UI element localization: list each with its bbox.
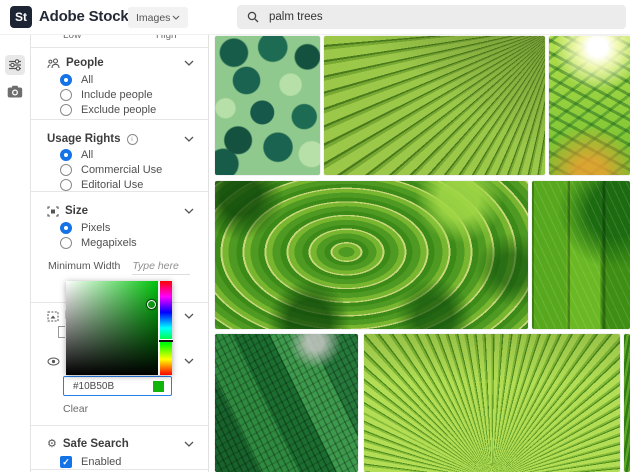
section-size-title: Size [65, 205, 89, 217]
chevron-down-icon[interactable] [184, 441, 194, 447]
search-input[interactable] [267, 10, 604, 24]
chevron-down-icon[interactable] [184, 313, 194, 319]
size-icon [47, 205, 59, 217]
radio-editorial-use[interactable]: Editorial Use [60, 178, 143, 191]
radio-people-all[interactable]: All [60, 73, 93, 86]
color-picker-popover [66, 281, 173, 375]
radio-icon[interactable] [60, 88, 72, 101]
hue-slider-handle[interactable] [159, 339, 173, 342]
sliders-icon [8, 59, 22, 71]
section-people-title: People [66, 57, 104, 69]
search-result-image-4[interactable] [214, 180, 529, 330]
radio-commercial-use[interactable]: Commercial Use [60, 163, 162, 176]
divider [30, 425, 208, 426]
chevron-down-icon[interactable] [184, 358, 194, 364]
option-label: Exclude people [81, 103, 157, 116]
option-label: Include people [81, 88, 153, 101]
visual-search-button[interactable] [7, 85, 23, 103]
color-picker-cursor[interactable] [147, 300, 156, 309]
category-dropdown-value: Images [136, 11, 171, 24]
search-result-image-1[interactable] [214, 35, 321, 176]
option-label: Editorial Use [81, 178, 144, 191]
radio-pixels[interactable]: Pixels [60, 221, 110, 234]
search-result-image-5[interactable] [531, 180, 630, 330]
search-result-image-2[interactable] [323, 35, 546, 176]
search-result-image-6[interactable] [214, 333, 359, 472]
camera-icon [7, 85, 23, 98]
radio-usage-all[interactable]: All [60, 148, 93, 161]
left-icon-rail [0, 34, 31, 472]
occluded-field-fragment [58, 326, 65, 338]
hue-strip[interactable] [159, 281, 173, 375]
brand-title: Adobe Stock [39, 8, 129, 25]
saturation-brightness-area[interactable] [66, 281, 158, 375]
filters-sidebar: Low High People All Include people Exclu… [30, 30, 209, 472]
gear-icon: ⚙ [47, 437, 57, 450]
divider [30, 119, 208, 120]
search-icon [247, 11, 259, 23]
chevron-down-icon[interactable] [184, 208, 194, 214]
divider [30, 47, 208, 48]
radio-exclude-people[interactable]: Exclude people [60, 103, 156, 116]
eye-icon [47, 357, 60, 366]
search-result-image-7[interactable] [363, 333, 621, 472]
chevron-down-icon[interactable] [184, 136, 194, 142]
radio-include-people[interactable]: Include people [60, 88, 153, 101]
option-label: Megapixels [81, 236, 137, 249]
radio-selected-icon[interactable] [60, 148, 72, 161]
option-label: All [81, 148, 94, 161]
chevron-down-icon [172, 15, 180, 20]
divider [30, 191, 208, 192]
radio-icon[interactable] [60, 236, 72, 249]
section-people[interactable]: People [47, 56, 194, 70]
color-hex-field[interactable] [63, 376, 172, 396]
info-icon[interactable]: i [126, 133, 138, 145]
checkbox-checked-icon[interactable]: ✓ [60, 455, 72, 468]
search-result-image-3[interactable] [548, 35, 630, 176]
section-usage-rights[interactable]: Usage Rights i [47, 132, 194, 146]
adobe-stock-logo-icon[interactable]: St [10, 6, 32, 28]
section-usage-rights-title: Usage Rights [47, 133, 121, 145]
people-icon [47, 57, 60, 69]
section-safe-search[interactable]: ⚙ Safe Search [47, 437, 194, 451]
option-label: Commercial Use [81, 163, 163, 176]
option-label: Pixels [81, 221, 111, 234]
filters-button[interactable] [5, 55, 25, 75]
safe-search-enabled-row[interactable]: ✓ Enabled [60, 455, 121, 468]
minimum-width-input[interactable]: Type here [132, 260, 191, 275]
color-swatch [153, 380, 164, 392]
radio-icon[interactable] [60, 163, 72, 176]
divider [30, 469, 208, 470]
minimum-width-row: Minimum Width Type here [48, 260, 194, 275]
radio-selected-icon[interactable] [60, 73, 72, 86]
app-window: St Adobe Stock Images palm trees Low Hig… [0, 0, 630, 472]
radio-icon[interactable] [60, 103, 72, 116]
search-result-image-8[interactable] [623, 333, 630, 472]
option-label: Enabled [81, 455, 122, 468]
minimum-width-label: Minimum Width [48, 260, 121, 272]
search-bar[interactable] [237, 5, 626, 29]
isolated-icon [47, 311, 59, 322]
chevron-down-icon[interactable] [184, 60, 194, 66]
section-size[interactable]: Size [47, 204, 194, 218]
radio-megapixels[interactable]: Megapixels [60, 236, 137, 249]
top-header: St Adobe Stock Images [0, 0, 630, 35]
clear-color-link[interactable]: Clear [63, 403, 88, 415]
option-label: All [81, 73, 94, 86]
color-hex-input[interactable] [71, 379, 145, 393]
section-safe-search-title: Safe Search [62, 438, 129, 450]
radio-icon[interactable] [60, 178, 72, 191]
category-dropdown[interactable]: Images [128, 7, 188, 28]
radio-selected-icon[interactable] [60, 221, 72, 234]
